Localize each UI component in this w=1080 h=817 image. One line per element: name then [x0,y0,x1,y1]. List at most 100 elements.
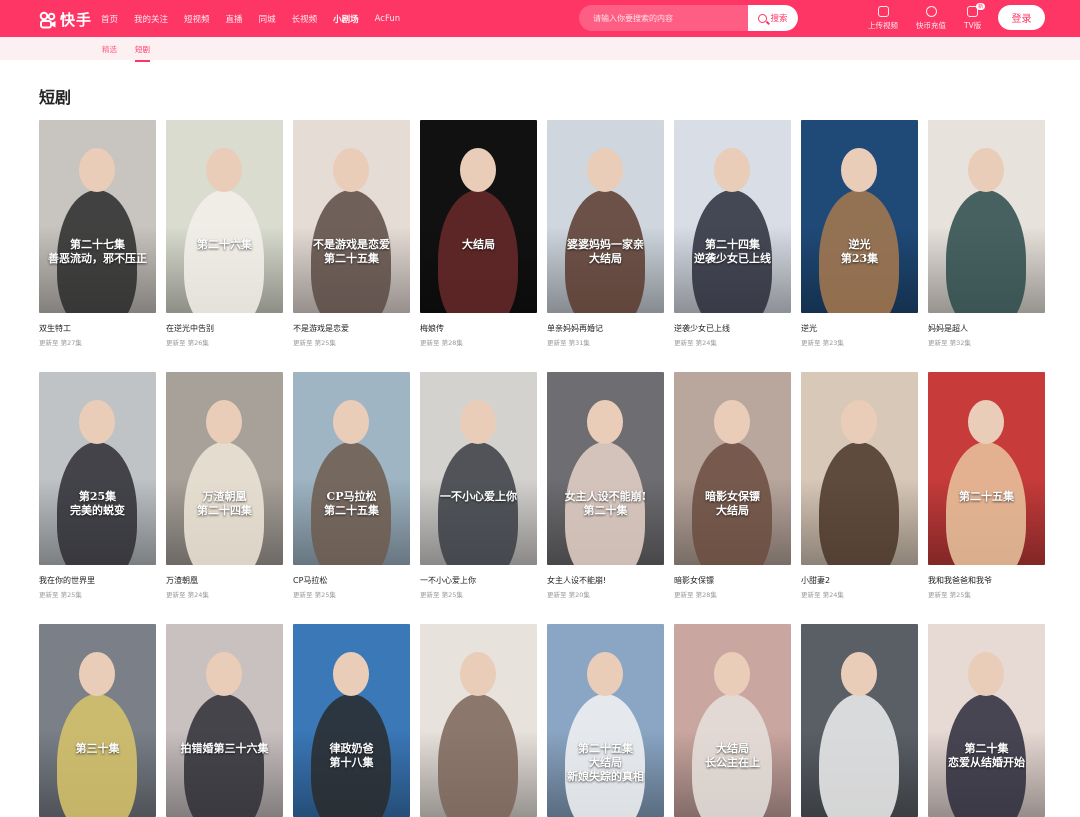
drama-poster[interactable]: 一不小心爱上你 [420,372,537,565]
drama-title[interactable]: CP马拉松 [293,575,410,586]
drama-card[interactable] [801,624,918,817]
drama-card[interactable]: 一不小心爱上你 一不小心爱上你 更新至 第25集 [420,372,537,599]
poster-caption: 大结局 长公主在上 [705,742,760,769]
nav-short-video[interactable]: 短视频 [184,13,210,25]
page-title: 短剧 [39,88,72,107]
drama-card[interactable]: 第25集 完美的蜕变 我在你的世界里 更新至 第25集 [39,372,156,599]
tv-version-label: TV版 [964,21,982,30]
drama-poster[interactable]: 万渣朝凰 第二十四集 [166,372,283,565]
drama-title[interactable]: 小甜妻2 [801,575,918,586]
drama-title[interactable]: 万渣朝凰 [166,575,283,586]
drama-card[interactable]: 暗影女保镖 大结局 暗影女保镖 更新至 第28集 [674,372,791,599]
drama-poster[interactable]: 第二十五集 大结局 新娘失踪的真相 [547,624,664,817]
drama-poster[interactable]: 暗影女保镖 大结局 [674,372,791,565]
drama-card[interactable]: 婆婆妈妈一家亲 大结局 单亲妈妈再婚记 更新至 第31集 [547,120,664,347]
drama-card[interactable]: 不是游戏是恋爱 第二十五集 不是游戏是恋爱 更新至 第25集 [293,120,410,347]
recharge-button[interactable]: 快币充值 [916,6,946,31]
drama-poster[interactable]: 律政奶爸 第十八集 [293,624,410,817]
drama-title[interactable]: 暗影女保镖 [674,575,791,586]
drama-poster[interactable]: 大结局 长公主在上 [674,624,791,817]
drama-card[interactable]: CP马拉松 第二十五集 CP马拉松更新至 第25集 [293,372,410,599]
drama-poster[interactable] [420,624,537,817]
drama-poster[interactable]: 不是游戏是恋爱 第二十五集 [293,120,410,313]
drama-card[interactable]: 第二十七集 善恶流动，邪不压正 双生特工 更新至 第27集 [39,120,156,347]
tab-featured[interactable]: 精选 [102,44,117,55]
drama-poster[interactable]: 第三十集 [39,624,156,817]
episode-count: 更新至 第25集 [420,591,463,599]
nav-live[interactable]: 直播 [226,13,243,25]
poster-face [460,652,496,696]
poster-face [206,400,242,444]
drama-card[interactable]: 第二十六集 在逆光中告别 更新至 第26集 [166,120,283,347]
drama-card[interactable]: 第二十五集 我和我爸爸和我爷 更新至 第25集 [928,372,1045,599]
search-button[interactable]: 搜索 [748,5,798,31]
nav-long-video[interactable]: 长视频 [292,13,318,25]
search-input[interactable] [579,5,748,31]
drama-poster[interactable]: 第二十七集 善恶流动，邪不压正 [39,120,156,313]
drama-title[interactable]: 梅娘传 [420,323,537,334]
drama-poster[interactable]: 第25集 完美的蜕变 [39,372,156,565]
drama-card[interactable]: 第二十四集 逆袭少女已上线逆袭少女已上线 更新至 第24集 [674,120,791,347]
drama-card[interactable]: 第三十集 [39,624,156,817]
drama-poster[interactable]: 婆婆妈妈一家亲 大结局 [547,120,664,313]
nav-home[interactable]: 首页 [101,13,118,25]
drama-title[interactable]: 女主人设不能崩! [547,575,664,586]
drama-poster[interactable]: 大结局 [420,120,537,313]
brand-name: 快手 [60,11,93,29]
drama-title[interactable]: 逆袭少女已上线 [674,323,791,334]
drama-card[interactable]: 大结局 梅娘传 更新至 第28集 [420,120,537,347]
drama-poster[interactable]: 拍错婚第三十六集 [166,624,283,817]
drama-poster[interactable]: 第二十四集 逆袭少女已上线 [674,120,791,313]
drama-title[interactable]: 妈妈是超人 [928,323,1045,334]
kuaishou-logo[interactable]: 快手 [39,9,92,30]
drama-title[interactable]: 单亲妈妈再婚记 [547,323,664,334]
poster-caption: 第二十五集 [959,490,1014,503]
episode-count: 更新至 第25集 [293,591,336,599]
nav-following[interactable]: 我的关注 [134,13,168,25]
tab-short-drama[interactable]: 短剧 [135,44,150,62]
poster-face [79,400,115,444]
drama-poster[interactable]: 女主人设不能崩! 第二十集 [547,372,664,565]
drama-poster[interactable] [928,120,1045,313]
drama-card[interactable]: 逆光 第23集逆光更新至 第23集 [801,120,918,347]
drama-poster[interactable]: 第二十六集 [166,120,283,313]
drama-card[interactable]: 女主人设不能崩! 第二十集 女主人设不能崩! 更新至 第20集 [547,372,664,599]
poster-caption: 第二十集 恋爱从结婚开始 [948,742,1025,769]
drama-title[interactable]: 我和我爸爸和我爷 [928,575,1045,586]
episode-count: 更新至 第24集 [674,339,717,347]
drama-poster[interactable] [801,624,918,817]
drama-title[interactable]: 不是游戏是恋爱 [293,323,410,334]
drama-title[interactable]: 一不小心爱上你 [420,575,537,586]
drama-title[interactable]: 我在你的世界里 [39,575,156,586]
login-button[interactable]: 登录 [998,5,1045,30]
episode-count: 更新至 第23集 [801,339,844,347]
drama-poster[interactable] [801,372,918,565]
drama-title[interactable]: 逆光 [801,323,918,334]
poster-face [714,148,750,192]
drama-title[interactable]: 在逆光中告别 [166,323,283,334]
nav-mini-theater[interactable]: 小剧场 [333,13,359,25]
drama-poster[interactable]: CP马拉松 第二十五集 [293,372,410,565]
drama-card[interactable]: 拍错婚第三十六集 [166,624,283,817]
drama-card[interactable]: 小甜妻2 更新至 第24集 [801,372,918,599]
drama-card[interactable]: 第二十五集 大结局 新娘失踪的真相 [547,624,664,817]
recharge-label: 快币充值 [916,21,946,30]
drama-card[interactable] [420,624,537,817]
drama-card[interactable]: 大结局 长公主在上 [674,624,791,817]
drama-card[interactable]: 妈妈是超人 更新至 第32集 [928,120,1045,347]
drama-card[interactable]: 律政奶爸 第十八集 [293,624,410,817]
drama-title[interactable]: 双生特工 [39,323,156,334]
upload-video-button[interactable]: 上传视频 [868,6,898,31]
tv-version-button[interactable]: 新 TV版 [964,3,986,31]
nav-nearby[interactable]: 同城 [259,13,276,25]
nav-acfun[interactable]: AcFun [375,14,401,24]
drama-card[interactable]: 万渣朝凰 第二十四集 万渣朝凰 更新至 第24集 [166,372,283,599]
drama-poster[interactable]: 第二十五集 [928,372,1045,565]
poster-caption: 大结局 [462,238,495,251]
poster-caption: 万渣朝凰 第二十四集 [197,490,252,517]
poster-caption: 不是游戏是恋爱 第二十五集 [313,238,390,265]
drama-poster[interactable]: 逆光 第23集 [801,120,918,313]
drama-poster[interactable]: 第二十集 恋爱从结婚开始 [928,624,1045,817]
drama-card[interactable]: 第二十集 恋爱从结婚开始 [928,624,1045,817]
poster-caption: CP马拉松 第二十五集 [324,490,379,517]
